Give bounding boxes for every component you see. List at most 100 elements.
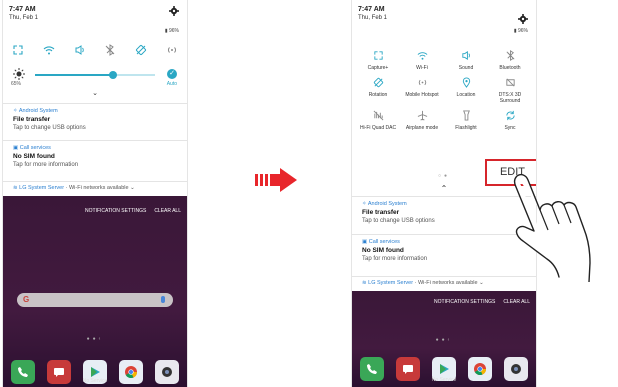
brightness-value: 65% xyxy=(11,81,22,87)
date: Thu, Feb 1 xyxy=(358,15,388,21)
no-service-label: No Service xyxy=(82,378,108,384)
tile-label: DTS:X 3D Surround xyxy=(498,92,522,104)
tile-flashlight[interactable]: Flashlight xyxy=(444,110,488,131)
notification-usb[interactable]: ✧ Android System File transfer Tap to ch… xyxy=(3,103,187,139)
expand-chevron-icon[interactable]: ⌄ xyxy=(92,89,98,97)
bluetooth-icon xyxy=(506,50,514,61)
capture-icon xyxy=(373,51,383,60)
notification-app-label: Call services xyxy=(368,239,400,245)
hotspot-icon[interactable] xyxy=(165,43,179,57)
battery-percent: 96% xyxy=(517,28,528,34)
tile-label: Airplane mode xyxy=(405,125,439,131)
notification-title: File transfer xyxy=(13,116,51,123)
notification-sim[interactable]: ▣ Call services No SIM found Tap for mor… xyxy=(3,140,187,178)
airplane-icon xyxy=(417,110,427,121)
status-bar: 7:47 AM Thu, Feb 1 ▮ 96% xyxy=(358,6,530,34)
chrome-icon[interactable] xyxy=(119,360,143,384)
mic-icon[interactable] xyxy=(161,296,165,303)
slider-thumb[interactable] xyxy=(109,71,117,79)
gear-icon[interactable] xyxy=(518,14,528,24)
clock: 7:47 AM xyxy=(358,6,385,13)
tile-location[interactable]: Location xyxy=(444,77,488,104)
notification-body: Tap for more information xyxy=(13,162,79,168)
no-service-label: No Service xyxy=(431,377,457,383)
notification-settings-button[interactable]: NOTIFICATION SETTINGS xyxy=(85,208,146,214)
messages-app-icon[interactable] xyxy=(396,357,420,381)
slider-fill xyxy=(35,74,113,76)
gear-icon[interactable] xyxy=(169,6,179,16)
tile-dac[interactable]: Hi-Fi Quad DAC xyxy=(356,110,400,131)
dts-icon xyxy=(505,78,515,87)
collapse-chevron-icon[interactable]: ⌃ xyxy=(441,184,448,193)
sound-icon[interactable] xyxy=(73,43,87,57)
tile-hotspot[interactable]: Mobile Hotspot xyxy=(400,77,444,104)
tile-airplane[interactable]: Airplane mode xyxy=(400,110,444,131)
notification-app-label: Android System xyxy=(18,108,58,114)
tile-rotation[interactable]: Rotation xyxy=(356,77,400,104)
wifi-notification[interactable]: ≋ LG System Server · Wi-Fi networks avai… xyxy=(3,181,187,194)
page-indicator: ●●‹ xyxy=(86,336,104,342)
google-search-bar[interactable]: G xyxy=(17,293,173,307)
tile-wifi[interactable]: Wi-Fi xyxy=(400,50,444,71)
notification-actions: NOTIFICATION SETTINGS CLEAR ALL xyxy=(77,208,181,214)
notification-app: ✧ Android System xyxy=(13,108,58,114)
bluetooth-icon[interactable] xyxy=(103,43,117,57)
capture-icon[interactable] xyxy=(11,43,25,57)
google-g-icon: G xyxy=(23,295,30,304)
camera-app-icon[interactable] xyxy=(155,360,179,384)
tile-label: Bluetooth xyxy=(499,65,521,71)
tile-label: Sync xyxy=(504,125,516,131)
clear-all-button[interactable]: CLEAR ALL xyxy=(154,208,181,214)
chrome-icon[interactable] xyxy=(468,357,492,381)
auto-label: Auto xyxy=(166,81,177,87)
battery-status: ▮ 96% xyxy=(164,28,179,34)
clock: 7:47 AM xyxy=(9,6,36,13)
tile-dts[interactable]: DTS:X 3D Surround xyxy=(488,77,532,104)
sync-icon xyxy=(505,110,515,121)
tile-label: Capture+ xyxy=(367,65,389,71)
tile-label: Flashlight xyxy=(455,125,477,131)
tile-label: Mobile Hotspot xyxy=(405,92,439,98)
wifi-app-label: LG System Server xyxy=(368,280,414,286)
sun-icon xyxy=(13,68,25,80)
tutorial-stage: 7:47 AM Thu, Feb 1 ▮ 96% 65% ✓ Auto ⌄ ✧ xyxy=(0,0,618,387)
rotation-icon[interactable] xyxy=(134,43,148,57)
page-indicator: ●●‹ xyxy=(435,337,453,343)
tile-sync[interactable]: Sync xyxy=(488,110,532,131)
tile-label: Rotation xyxy=(368,92,388,98)
home-wallpaper: NOTIFICATION SETTINGS CLEAR ALL G ●●‹ No … xyxy=(3,196,187,387)
messages-app-icon[interactable] xyxy=(47,360,71,384)
notification-app-label: Call services xyxy=(19,145,51,151)
tile-label: Sound xyxy=(458,65,474,71)
battery-percent: 96% xyxy=(168,28,179,34)
clear-all-button[interactable]: CLEAR ALL xyxy=(503,299,530,305)
sound-icon xyxy=(461,50,470,61)
rotation-icon xyxy=(373,77,383,88)
arrow-right-icon xyxy=(255,168,297,192)
notification-settings-button[interactable]: NOTIFICATION SETTINGS xyxy=(434,299,495,305)
camera-app-icon[interactable] xyxy=(504,357,528,381)
phone-app-icon[interactable] xyxy=(11,360,35,384)
wifi-text: · Wi-Fi networks available ⌄ xyxy=(414,280,484,286)
auto-brightness-toggle[interactable]: ✓ xyxy=(167,69,177,79)
flashlight-icon xyxy=(462,110,470,121)
tile-bluetooth[interactable]: Bluetooth xyxy=(488,50,532,71)
tile-sound[interactable]: Sound xyxy=(444,50,488,71)
notification-actions: NOTIFICATION SETTINGS CLEAR ALL xyxy=(426,299,530,305)
home-wallpaper: NOTIFICATION SETTINGS CLEAR ALL ●●‹ No Se… xyxy=(352,291,536,387)
hand-pointer-icon xyxy=(513,173,591,282)
hotspot-icon xyxy=(418,79,426,86)
tile-capture[interactable]: Capture+ xyxy=(356,50,400,71)
quick-settings-row xyxy=(3,43,187,57)
phone-before: 7:47 AM Thu, Feb 1 ▮ 96% 65% ✓ Auto ⌄ ✧ xyxy=(2,0,188,387)
tile-label: Location xyxy=(456,92,476,98)
phone-app-icon[interactable] xyxy=(360,357,384,381)
brightness-slider[interactable] xyxy=(35,71,155,79)
quick-settings-grid: Capture+ Wi-Fi Sound Bluetooth Rotation … xyxy=(356,50,532,131)
location-icon xyxy=(462,77,470,88)
battery-status: ▮ 96% xyxy=(513,28,528,34)
wifi-icon[interactable] xyxy=(42,43,56,57)
date: Thu, Feb 1 xyxy=(9,15,39,21)
tile-page-indicator: ○● xyxy=(437,173,451,179)
notification-body: Tap to change USB options xyxy=(13,125,86,131)
